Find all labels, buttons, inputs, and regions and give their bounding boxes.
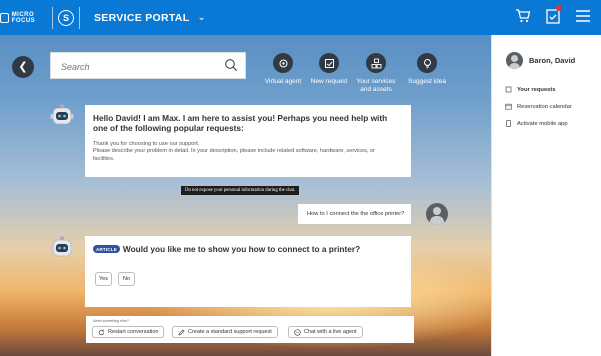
button-label: Restart conversation — [108, 328, 159, 335]
chevron-down-icon[interactable]: ⌄ — [197, 12, 205, 23]
quick-action-virtual-agent[interactable]: Virtual agent — [258, 53, 308, 86]
chat-live-agent-button[interactable]: Chat with a live agent — [288, 326, 363, 338]
quick-action-label: Your services and assets — [356, 78, 396, 93]
logo-text: MICRO FOCUS — [11, 11, 36, 24]
no-button[interactable]: No — [118, 272, 135, 286]
sidebar-item-activate-mobile-app[interactable]: Activate mobile app — [505, 120, 568, 127]
virtual-agent-icon — [273, 53, 293, 73]
top-bar: MICRO FOCUS S SERVICE PORTAL ⌄ — [0, 0, 601, 35]
calendar-icon — [505, 103, 512, 110]
user-profile[interactable]: Baron, David — [506, 52, 575, 69]
sidebar-item-label: Your requests — [517, 86, 556, 93]
button-label: Chat with a live agent — [304, 328, 357, 335]
logo-mark — [0, 12, 9, 23]
user-avatar — [426, 203, 448, 225]
user-sidebar: Baron, David Your requests Reservation c… — [491, 35, 601, 356]
quick-action-label: New request — [310, 78, 348, 85]
quick-action-services[interactable]: Your services and assets — [354, 53, 398, 94]
search-box[interactable] — [50, 52, 246, 80]
service-portal-icon[interactable]: S — [53, 0, 79, 35]
bot-greeting-title: Hello David! I am Max. I am here to assi… — [93, 113, 388, 133]
yes-button[interactable]: Yes — [95, 272, 112, 286]
back-button[interactable]: ❮ — [12, 56, 34, 78]
edit-icon — [178, 329, 185, 335]
sidebar-item-label: Activate mobile app — [517, 120, 568, 127]
divider — [79, 6, 80, 29]
notifications-icon[interactable] — [543, 5, 563, 26]
privacy-notice: Do not expose your personal information … — [181, 186, 300, 195]
chat-icon — [294, 328, 301, 336]
sidebar-item-reservation-calendar[interactable]: Reservation calendar — [505, 103, 572, 110]
bot-avatar-icon — [50, 236, 74, 257]
new-request-icon — [319, 53, 339, 73]
services-icon — [366, 53, 386, 73]
article-question[interactable]: Would you like me to show you how to con… — [123, 244, 360, 254]
quick-action-new-request[interactable]: New request — [308, 53, 350, 86]
requests-icon — [505, 86, 512, 93]
help-options-bar: Need something else? Restart conversatio… — [86, 316, 414, 343]
search-icon[interactable] — [224, 58, 238, 72]
quick-action-label: Suggest idea — [408, 78, 446, 85]
article-tag: ARTICLE — [93, 245, 120, 253]
portal-title[interactable]: SERVICE PORTAL — [94, 12, 189, 24]
idea-icon — [417, 53, 437, 73]
notification-badge — [556, 5, 562, 11]
bot-avatar-icon — [50, 104, 74, 125]
quick-action-label: Virtual agent — [264, 78, 302, 85]
micro-focus-logo[interactable]: MICRO FOCUS — [0, 0, 52, 35]
restart-icon — [98, 329, 105, 335]
help-prompt: Need something else? — [93, 319, 129, 323]
menu-icon[interactable] — [573, 6, 593, 26]
create-support-request-button[interactable]: Create a standard support request — [172, 326, 278, 338]
quick-action-suggest-idea[interactable]: Suggest idea — [405, 53, 449, 86]
user-message: How to I connect the the office printer? — [298, 204, 411, 224]
button-label: Create a standard support request — [188, 328, 272, 335]
user-name: Baron, David — [529, 56, 576, 65]
mobile-icon — [506, 120, 511, 127]
avatar — [506, 52, 523, 69]
search-input[interactable] — [59, 53, 213, 80]
cart-icon[interactable] — [513, 6, 533, 26]
article-suggestion: ARTICLE Would you like me to show you ho… — [93, 244, 360, 254]
sidebar-item-label: Reservation calendar — [517, 103, 572, 110]
bot-greeting-body: Thank you for choosing to use our suppor… — [93, 141, 376, 162]
sidebar-item-your-requests[interactable]: Your requests — [505, 86, 556, 93]
restart-conversation-button[interactable]: Restart conversation — [92, 326, 165, 338]
